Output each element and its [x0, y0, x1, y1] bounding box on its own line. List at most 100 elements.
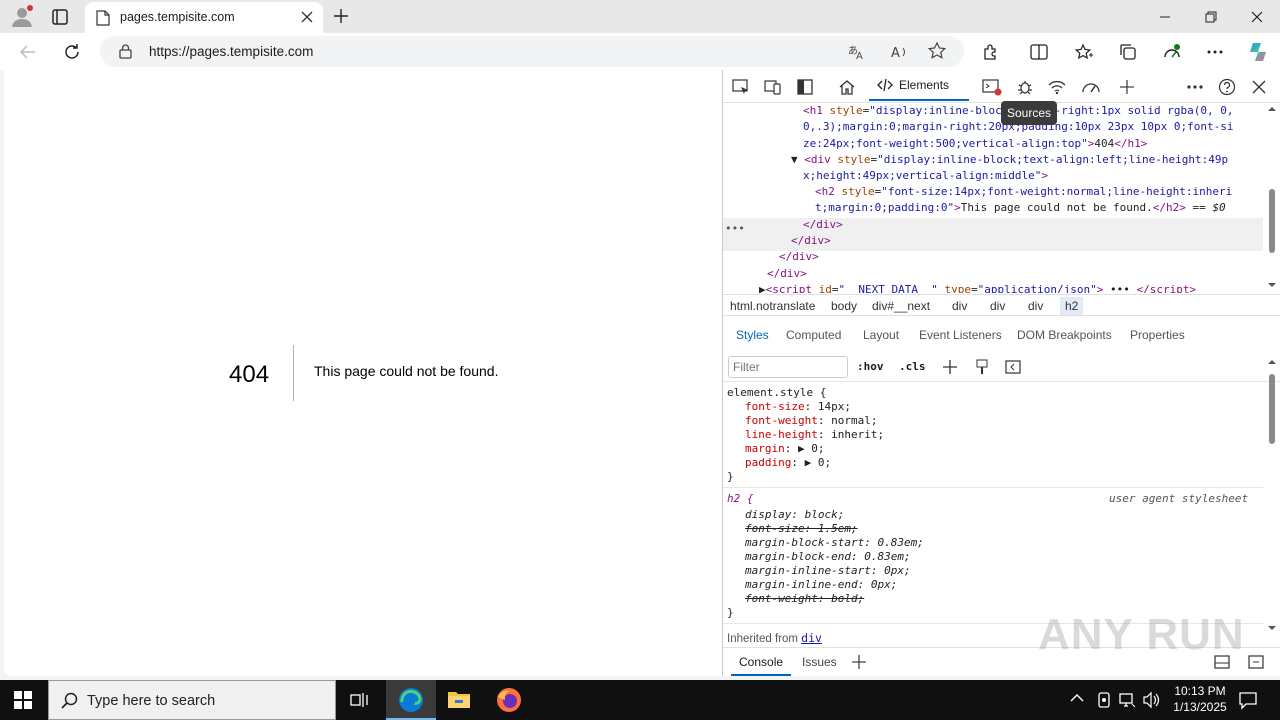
- ua-declaration[interactable]: font-size: 1.5em;: [745, 522, 858, 536]
- dom-node-line[interactable]: t;margin:0;padding:0">This page could no…: [815, 200, 1226, 216]
- inherited-from-link[interactable]: div: [801, 631, 822, 645]
- customize-menu-icon[interactable]: [1183, 76, 1207, 98]
- url-text[interactable]: https://pages.tempisite.com: [149, 44, 313, 59]
- notifications-icon[interactable]: [1238, 690, 1258, 710]
- dom-node-line[interactable]: ze:24px;font-weight:500;vertical-align:t…: [803, 136, 1147, 152]
- style-declaration[interactable]: padding: ▶ 0;: [745, 456, 831, 470]
- edge-icon[interactable]: [398, 687, 424, 713]
- tab-active[interactable]: pages.tempisite.com: [85, 2, 323, 33]
- dom-node-line[interactable]: </div>: [803, 217, 843, 233]
- network-tray-icon[interactable]: [1118, 691, 1136, 709]
- close-devtools-icon[interactable]: [1247, 76, 1271, 98]
- ua-stylesheet-label[interactable]: user agent stylesheet: [1109, 492, 1248, 506]
- styles-scrollbar[interactable]: [1265, 356, 1279, 636]
- favorites-icon[interactable]: [1071, 39, 1097, 65]
- tab-elements[interactable]: Elements: [869, 70, 969, 101]
- node-actions-icon[interactable]: •••: [725, 221, 745, 237]
- taskbar-clock[interactable]: 10:13 PM 1/13/2025: [1160, 683, 1240, 715]
- dom-tree[interactable]: <h1 style="display:inline-block;border-r…: [723, 103, 1263, 293]
- copilot-icon[interactable]: [1245, 39, 1271, 65]
- dom-node-line[interactable]: x;height:49px;vertical-align:middle">: [803, 168, 1048, 184]
- tab-actions-icon[interactable]: [51, 8, 69, 26]
- breadcrumb-item[interactable]: body: [831, 299, 857, 313]
- drawer-add-tab-icon[interactable]: [852, 655, 866, 669]
- lock-icon[interactable]: [119, 44, 132, 59]
- collections-icon[interactable]: [1115, 39, 1141, 65]
- restore-icon[interactable]: [1188, 0, 1234, 33]
- cls-toggle[interactable]: .cls: [899, 360, 926, 373]
- settings-more-icon[interactable]: [1202, 39, 1228, 65]
- extensions-icon[interactable]: [978, 39, 1004, 65]
- new-tab-icon[interactable]: [333, 8, 349, 24]
- favorite-star-icon[interactable]: [928, 42, 946, 60]
- dom-node-line[interactable]: ▶<script id="__NEXT_DATA__" type="applic…: [759, 282, 1196, 293]
- styles-subtab[interactable]: Properties: [1130, 328, 1185, 342]
- styles-filter-input[interactable]: [728, 356, 848, 378]
- ua-declaration[interactable]: margin-block-start: 0.83em;: [745, 536, 924, 550]
- drawer-tab-console[interactable]: Console: [739, 655, 783, 669]
- close-window-icon[interactable]: [1234, 0, 1280, 33]
- device-tray-icon[interactable]: [1096, 691, 1112, 709]
- ua-declaration[interactable]: display: block;: [745, 508, 844, 522]
- styles-subtab[interactable]: DOM Breakpoints: [1017, 328, 1112, 342]
- new-style-rule-icon[interactable]: [943, 360, 957, 374]
- breadcrumb-item[interactable]: div: [952, 299, 967, 313]
- back-icon[interactable]: [15, 39, 41, 65]
- task-view-icon[interactable]: [350, 691, 370, 709]
- read-aloud-icon[interactable]: A: [890, 43, 908, 61]
- show-hidden-icons-chevron-icon[interactable]: [1070, 693, 1084, 703]
- breadcrumb-item[interactable]: h2: [1060, 297, 1084, 315]
- performance-tool-icon[interactable]: [1079, 76, 1103, 98]
- styles-subtab[interactable]: Computed: [786, 328, 841, 342]
- dock-side-icon[interactable]: [793, 76, 817, 98]
- file-explorer-icon[interactable]: [447, 688, 471, 710]
- style-declaration[interactable]: font-weight: normal;: [745, 414, 877, 428]
- style-declaration[interactable]: line-height: inherit;: [745, 428, 884, 442]
- device-emulation-icon[interactable]: [761, 76, 785, 98]
- help-icon[interactable]: [1215, 76, 1239, 98]
- breadcrumb-item[interactable]: div: [1028, 299, 1043, 313]
- ua-declaration[interactable]: margin-block-end: 0.83em;: [745, 550, 911, 564]
- profile-icon[interactable]: [10, 5, 34, 29]
- drawer-tab-issues[interactable]: Issues: [802, 655, 837, 669]
- sources-icon[interactable]: [1013, 76, 1037, 98]
- dom-scrollbar[interactable]: [1265, 103, 1279, 293]
- style-declaration[interactable]: margin: ▶ 0;: [745, 442, 825, 456]
- ua-rule-selector[interactable]: h2 {: [727, 492, 754, 506]
- dom-node-line[interactable]: </div>: [767, 266, 807, 282]
- rule-close-brace[interactable]: }: [727, 606, 734, 620]
- refresh-icon[interactable]: [59, 39, 85, 65]
- firefox-icon[interactable]: [496, 687, 522, 713]
- volume-icon[interactable]: [1142, 691, 1160, 709]
- more-tools-icon[interactable]: [1115, 76, 1139, 98]
- windows-start-icon[interactable]: [14, 691, 32, 709]
- toggle-sidebar-icon[interactable]: [1005, 360, 1021, 374]
- tab-close-icon[interactable]: [301, 11, 313, 23]
- hov-toggle[interactable]: :hov: [857, 360, 884, 373]
- home-icon[interactable]: [835, 76, 859, 98]
- ua-declaration[interactable]: margin-inline-end: 0px;: [745, 578, 897, 592]
- element-style-selector[interactable]: element.style {: [727, 386, 826, 400]
- performance-icon[interactable]: [1159, 39, 1185, 65]
- close-drawer-icon[interactable]: [1247, 654, 1265, 670]
- style-declaration[interactable]: font-size: 14px;: [745, 400, 851, 414]
- dom-node-line[interactable]: </div>: [791, 233, 831, 249]
- translate-icon[interactable]: あA: [848, 43, 866, 61]
- styles-subtab[interactable]: Event Listeners: [919, 328, 1002, 342]
- minimize-icon[interactable]: [1142, 0, 1188, 33]
- breadcrumb-item[interactable]: div: [990, 299, 1005, 313]
- taskbar-search-box[interactable]: Type here to search: [48, 680, 336, 720]
- split-screen-icon[interactable]: [1026, 39, 1052, 65]
- breadcrumb-item[interactable]: html.notranslate: [730, 299, 815, 313]
- dom-node-line[interactable]: <h2 style="font-size:14px;font-weight:no…: [815, 184, 1232, 200]
- network-icon[interactable]: [1045, 76, 1069, 98]
- inspect-element-icon[interactable]: [729, 76, 753, 98]
- ua-declaration[interactable]: font-weight: bold;: [745, 592, 864, 606]
- console-tool-icon[interactable]: [980, 76, 1004, 98]
- styles-subtab[interactable]: Styles: [736, 328, 769, 342]
- color-format-icon[interactable]: [975, 359, 989, 375]
- address-bar[interactable]: https://pages.tempisite.com あA A: [100, 36, 964, 67]
- breadcrumb-item[interactable]: div#__next: [872, 299, 930, 313]
- rule-close-brace[interactable]: }: [727, 470, 734, 484]
- styles-subtab[interactable]: Layout: [863, 328, 899, 342]
